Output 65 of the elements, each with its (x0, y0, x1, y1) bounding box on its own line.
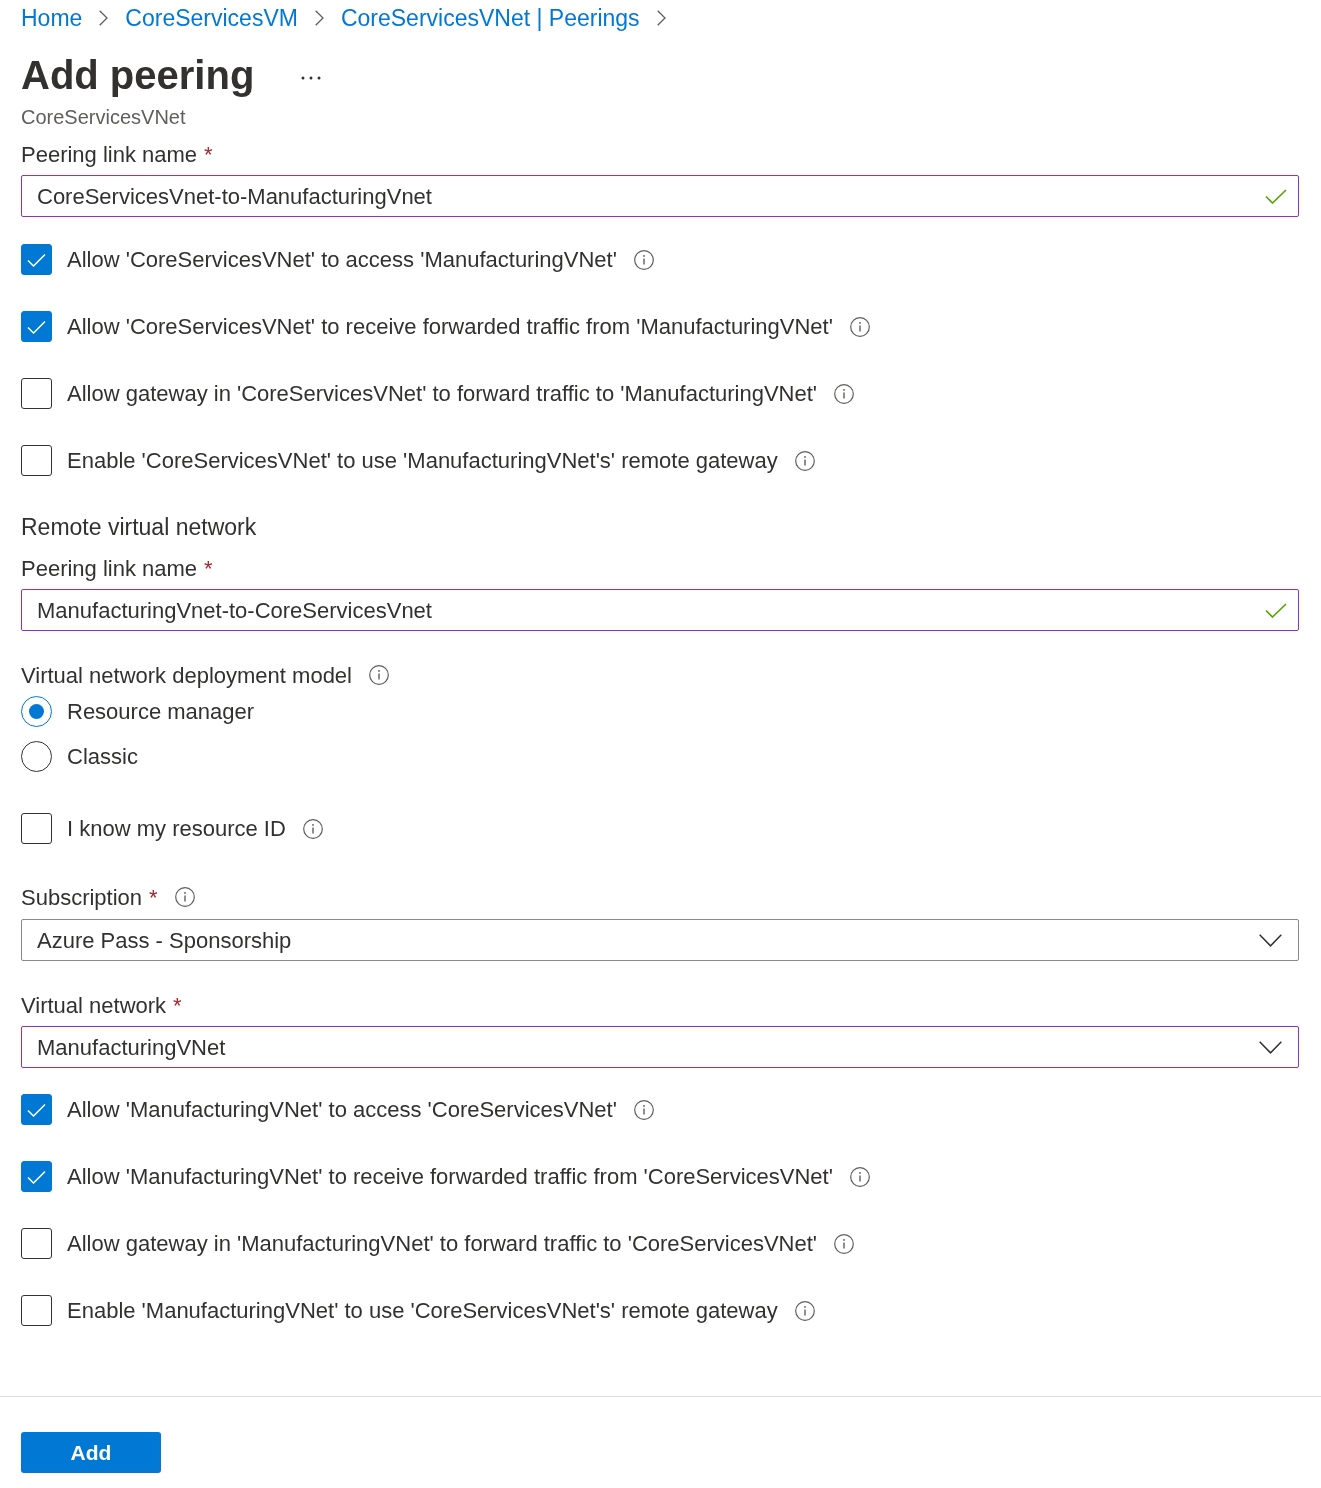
info-icon[interactable] (834, 1233, 855, 1254)
info-icon[interactable] (849, 1166, 870, 1187)
breadcrumb-link[interactable]: CoreServicesVM (125, 0, 298, 36)
breadcrumb-link[interactable]: Home (21, 0, 83, 36)
radio-label: Classic (67, 743, 138, 771)
checkbox[interactable] (21, 378, 52, 409)
required-mark: * (204, 140, 213, 169)
checkbox[interactable] (21, 445, 52, 476)
field-label: Peering link name (21, 140, 198, 169)
checkbox-label: Allow 'CoreServicesVNet' to receive forwarded traffic from 'ManufacturingVNet' (67, 313, 833, 341)
field-label: Virtual network (21, 991, 167, 1020)
checkbox-label: I know my resource ID (67, 815, 286, 843)
info-icon[interactable] (174, 887, 195, 907)
text-input[interactable]: ManufacturingVnet-to-CoreServicesVnet (21, 589, 1299, 631)
radio-button[interactable] (21, 741, 52, 772)
info-icon[interactable] (794, 1300, 815, 1321)
page-title: Add peering (21, 55, 255, 95)
info-icon[interactable] (794, 450, 815, 471)
checkbox[interactable] (21, 1094, 52, 1125)
checkbox[interactable] (21, 1228, 52, 1259)
checkbox-label: Allow 'ManufacturingVNet' to receive forwarded traffic from 'CoreServicesVNet' (67, 1163, 833, 1191)
check-icon (27, 1102, 46, 1117)
check-icon (1265, 602, 1287, 618)
info-icon[interactable] (633, 249, 654, 270)
dropdown[interactable]: ManufacturingVNet (21, 1026, 1299, 1068)
checkbox-label: Allow gateway in 'ManufacturingVNet' to forward traffic to 'CoreServicesVNet' (67, 1230, 818, 1258)
radio-button[interactable] (21, 696, 52, 727)
checkbox-label: Allow 'CoreServicesVNet' to access 'ManufacturingVNet' (67, 246, 617, 274)
field-label: Peering link name (21, 554, 198, 583)
chevron-down-icon (1259, 1040, 1282, 1054)
check-icon (27, 319, 46, 334)
info-icon[interactable] (302, 818, 323, 839)
checkbox-label: Allow 'ManufacturingVNet' to access 'CoreServicesVNet' (67, 1096, 617, 1124)
checkbox[interactable] (21, 244, 52, 275)
chevron-right-icon (656, 10, 666, 26)
field-label: Virtual network deployment model (21, 661, 352, 690)
info-icon[interactable] (849, 316, 870, 337)
dropdown[interactable]: Azure Pass - Sponsorship (21, 919, 1299, 961)
required-mark: * (204, 554, 213, 583)
checkbox[interactable] (21, 813, 52, 844)
checkbox[interactable] (21, 1295, 52, 1326)
info-icon[interactable] (369, 665, 389, 685)
checkbox[interactable] (21, 311, 52, 342)
check-icon (27, 1169, 46, 1184)
chevron-down-icon (1259, 933, 1282, 947)
chevron-right-icon (314, 10, 324, 26)
breadcrumb-link[interactable]: CoreServicesVNet | Peerings (340, 0, 640, 36)
ellipsis-icon[interactable] (301, 76, 322, 80)
text-input[interactable]: CoreServicesVnet-to-ManufacturingVnet (21, 175, 1299, 217)
checkbox-label: Allow gateway in 'CoreServicesVNet' to forward traffic to 'ManufacturingVNet' (67, 380, 818, 408)
page-subtitle: CoreServicesVNet (21, 105, 186, 130)
info-icon[interactable] (633, 1099, 654, 1120)
radio-label: Resource manager (67, 698, 255, 726)
checkbox-label: Enable 'CoreServicesVNet' to use 'ManufacturingVNet's' remote gateway (67, 447, 778, 475)
required-mark: * (173, 991, 182, 1020)
section-heading: Remote virtual network (21, 512, 257, 542)
check-icon (27, 252, 46, 267)
add-button[interactable]: Add (21, 1432, 161, 1473)
chevron-right-icon (99, 10, 109, 26)
info-icon[interactable] (834, 383, 855, 404)
required-mark: * (149, 883, 158, 912)
checkbox[interactable] (21, 1161, 52, 1192)
field-label: Subscription (21, 883, 143, 912)
checkbox-label: Enable 'ManufacturingVNet' to use 'CoreServicesVNet's' remote gateway (67, 1297, 778, 1325)
check-icon (1265, 188, 1287, 204)
